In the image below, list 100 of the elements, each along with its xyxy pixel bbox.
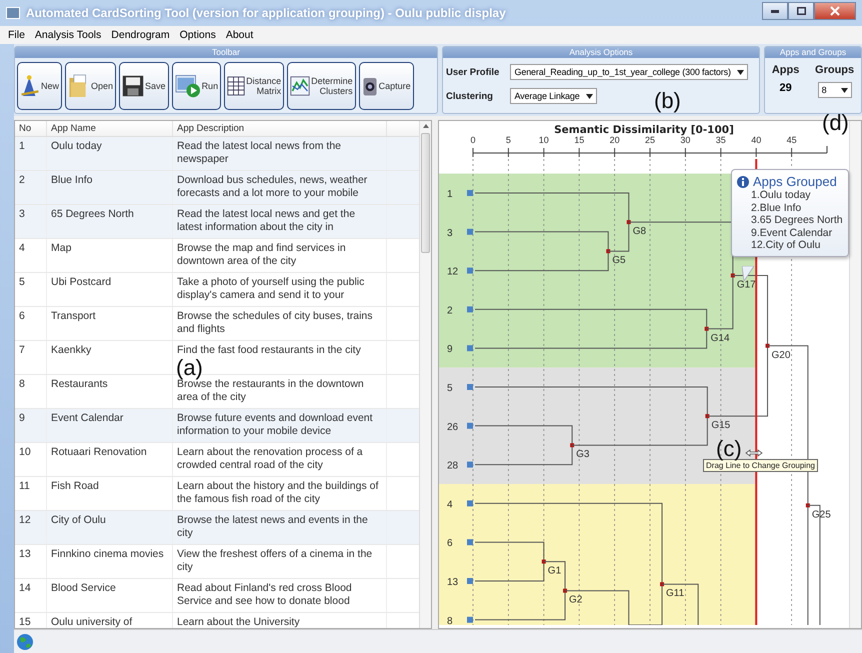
group-label: G8 [632, 226, 646, 238]
group-label: G5 [612, 255, 626, 266]
table-cell: Map [47, 239, 173, 272]
leaf-marker[interactable] [467, 384, 473, 390]
tick-label: 5 [506, 135, 511, 145]
merge-point[interactable] [542, 560, 546, 564]
scroll-thumb[interactable] [421, 133, 430, 253]
merge-point[interactable] [606, 249, 610, 254]
table-cell: Restaurants [47, 375, 173, 408]
table-cell: Read the latest local news from the newspaper [173, 137, 387, 170]
field-label: User Profile [446, 66, 500, 78]
window-title: Automated CardSorting Tool (version for application grouping) - Oulu public display [26, 6, 507, 20]
play-window-icon [174, 74, 201, 98]
menu-item[interactable]: Options [180, 29, 216, 41]
toolbar-button[interactable]: Distance Matrix [224, 62, 284, 110]
table-cell: Read the latest local news and get the latest information about the city in [173, 205, 387, 238]
table-row[interactable]: 10 Rotuaari Renovation Learn about the renovation process of a crowded central road of the city [15, 443, 419, 477]
maximize-button[interactable] [788, 2, 814, 20]
merge-point[interactable] [806, 503, 810, 508]
table-cell: Browse the schedules of city buses, trains and flights [173, 307, 387, 340]
minimize-button[interactable] [762, 2, 788, 20]
table-row[interactable]: 3 65 Degrees North Read the latest local news and get the latest information about the city in [15, 205, 419, 239]
table-cell: 8 [15, 375, 47, 408]
merge-point[interactable] [730, 273, 735, 278]
table-cell: 11 [15, 477, 47, 510]
merge-point[interactable] [626, 220, 631, 224]
group-label: G3 [576, 449, 590, 460]
table-cell: 12 [15, 511, 47, 544]
grouped-app: 2.Blue Info [750, 202, 802, 214]
table-cell: Transport [47, 307, 173, 340]
merge-point[interactable] [705, 414, 710, 418]
leaf-marker[interactable] [467, 345, 473, 352]
menu-item[interactable]: About [226, 29, 254, 41]
leaf-marker[interactable] [467, 462, 473, 468]
leaf-marker[interactable] [467, 268, 473, 274]
leaf-label: 26 [447, 422, 458, 433]
tick-label: 10 [538, 135, 549, 145]
table-cell: Rotuaari Renovation [47, 443, 173, 476]
user-profile-dropdown[interactable]: General_Reading_up_to_1st_year_college (300 factors) [510, 64, 748, 80]
leaf-marker[interactable] [467, 578, 473, 584]
table-row[interactable]: 5 Ubi Postcard Take a photo of yourself using the public display's camera and send it to your [15, 273, 419, 307]
table-cell: Oulu today [47, 137, 173, 170]
resize-cursor-icon [745, 449, 763, 457]
toolbar-button[interactable]: Determine Clusters [287, 62, 356, 110]
toolbar-button[interactable]: New [17, 62, 62, 110]
close-button[interactable] [814, 2, 856, 20]
leaf-marker[interactable] [467, 190, 473, 196]
maximize-icon [796, 7, 806, 15]
app-icon [6, 7, 20, 19]
merge-point[interactable] [570, 443, 574, 448]
table-row[interactable]: 14 Blood Service Read about Finland's red cross Blood Service and see how to donate blood [15, 579, 419, 613]
column-header[interactable]: No [15, 121, 47, 136]
groups-dropdown[interactable]: 8 [818, 82, 852, 98]
minimize-icon [771, 10, 779, 12]
menu-item[interactable]: Dendrogram [111, 29, 170, 41]
toolbar-button[interactable]: Open [65, 62, 116, 110]
panel-title: Toolbar [15, 47, 437, 58]
menu-item[interactable]: Analysis Tools [34, 29, 102, 41]
table-cell: Download bus schedules, news, weather forecasts and a lot more to your mobile [173, 171, 387, 204]
column-header[interactable]: App Description [173, 121, 387, 136]
table-cell: City of Oulu [47, 511, 173, 544]
scrollbar[interactable] [419, 121, 431, 628]
table-row[interactable]: 9 Event Calendar Browse future events and download event information to your mobile device [15, 409, 419, 443]
merge-point[interactable] [766, 344, 770, 348]
merge-point[interactable] [660, 582, 664, 586]
tick-label: 45 [786, 135, 797, 145]
scrollbar[interactable] [849, 121, 861, 628]
axis-title: Semantic Dissimilarity [0-100] [554, 124, 734, 136]
column-header[interactable]: App Name [47, 121, 173, 136]
table-cell: 9 [15, 409, 47, 442]
table-cell: Ubi Postcard [47, 273, 173, 306]
annotation-label: (b) [654, 90, 681, 112]
toolbar-button[interactable]: Save [119, 62, 169, 110]
table-row[interactable]: 2 Blue Info Download bus schedules, news, weather forecasts and a lot more to your mobile [15, 171, 419, 205]
grouped-app: 1.Oulu today [750, 189, 812, 202]
menu-item[interactable]: File [8, 29, 25, 41]
table-row[interactable]: 12 City of Oulu Browse the latest news and events in the city [15, 511, 419, 545]
leaf-label: 3 [447, 228, 453, 239]
leaf-marker[interactable] [467, 539, 473, 546]
table-cell: 14 [15, 579, 47, 612]
table-cell: 5 [15, 273, 47, 306]
toolbar-button[interactable]: Run [172, 62, 222, 110]
leaf-label: 8 [447, 616, 453, 625]
tick-label: 15 [574, 135, 584, 145]
table-cell: 65 Degrees North [47, 205, 173, 238]
table-row[interactable]: 6 Transport Browse the schedules of city buses, trains and flights [15, 307, 419, 341]
leaf-label: 9 [447, 344, 453, 356]
merge-point[interactable] [563, 588, 568, 593]
groups-label: Groups [815, 64, 854, 76]
tick-label: 20 [610, 135, 620, 145]
leaf-label: 6 [447, 538, 453, 550]
toolbar-button[interactable]: Capture [358, 62, 414, 110]
merge-point[interactable] [704, 326, 709, 331]
table-row[interactable]: 4 Map Browse the map and find services in downtown area of the city [15, 239, 419, 273]
clustering-dropdown[interactable]: Average Linkage [510, 88, 597, 104]
tooltip: Drag Line to Change Grouping [703, 459, 818, 472]
table-row[interactable]: 1 Oulu today Read the latest local news from the newspaper [15, 137, 419, 171]
line-chart-icon [290, 76, 310, 96]
table-cell: Take a photo of yourself using the public display's camera and send it to your [173, 273, 387, 306]
table-row[interactable]: 13 Finnkino cinema movies View the freshest offers of a cinema in the city [15, 545, 419, 579]
